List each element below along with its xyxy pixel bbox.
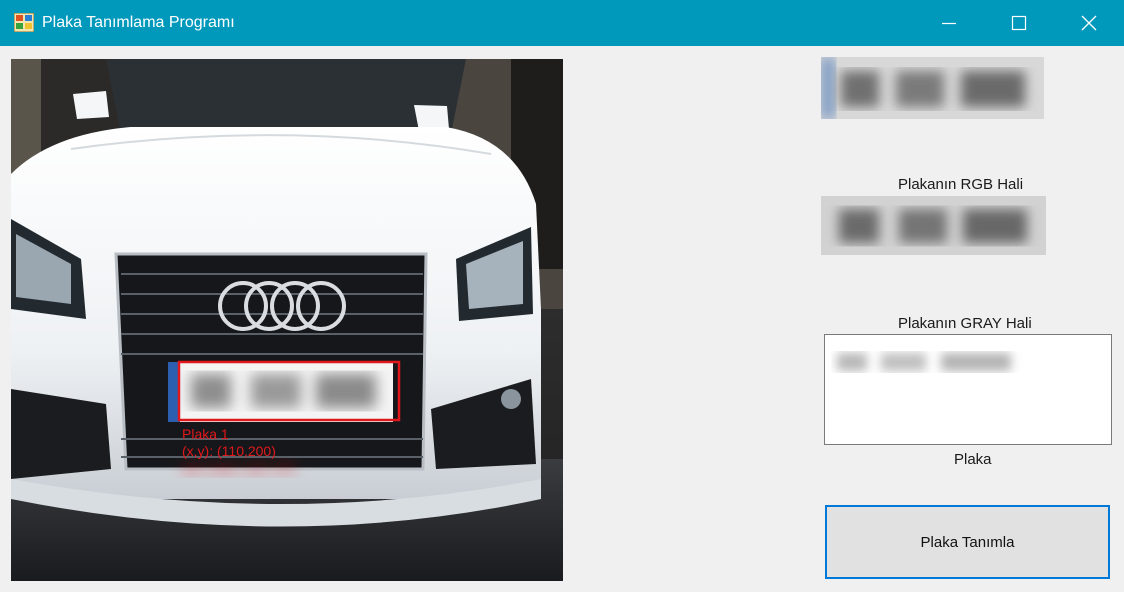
plate-result-textbox[interactable]	[824, 334, 1112, 445]
rgb-label: Plakanın RGB Hali	[898, 176, 1024, 193]
plate-result-text-blurred	[837, 353, 1011, 371]
detection-size: w,h: (xxx, 1x2, 37)	[181, 460, 295, 476]
title-bar: Plaka Tanımlama Programı	[0, 0, 1124, 46]
window-title: Plaka Tanımlama Programı	[42, 14, 235, 31]
plate-label: Plaka	[954, 451, 992, 468]
maximize-icon	[1011, 15, 1027, 31]
minimize-icon	[942, 22, 956, 25]
gray-label: Plakanın GRAY Hali	[898, 315, 1032, 332]
minimize-button[interactable]	[914, 0, 984, 46]
plate-rgb-preview	[821, 57, 1044, 119]
detection-coords: (x,y): (110,200)	[182, 443, 276, 459]
plate-gray-preview	[821, 196, 1046, 255]
app-icon	[14, 13, 34, 32]
maximize-button[interactable]	[984, 0, 1054, 46]
detection-label: Plaka 1	[182, 426, 229, 442]
car-photo: Plaka 1 (x,y): (110,200) w,h: (xxx, 1x2,…	[11, 59, 563, 581]
close-button[interactable]	[1054, 0, 1124, 46]
close-icon	[1081, 15, 1097, 31]
identify-plate-button[interactable]: Plaka Tanımla	[825, 505, 1110, 579]
